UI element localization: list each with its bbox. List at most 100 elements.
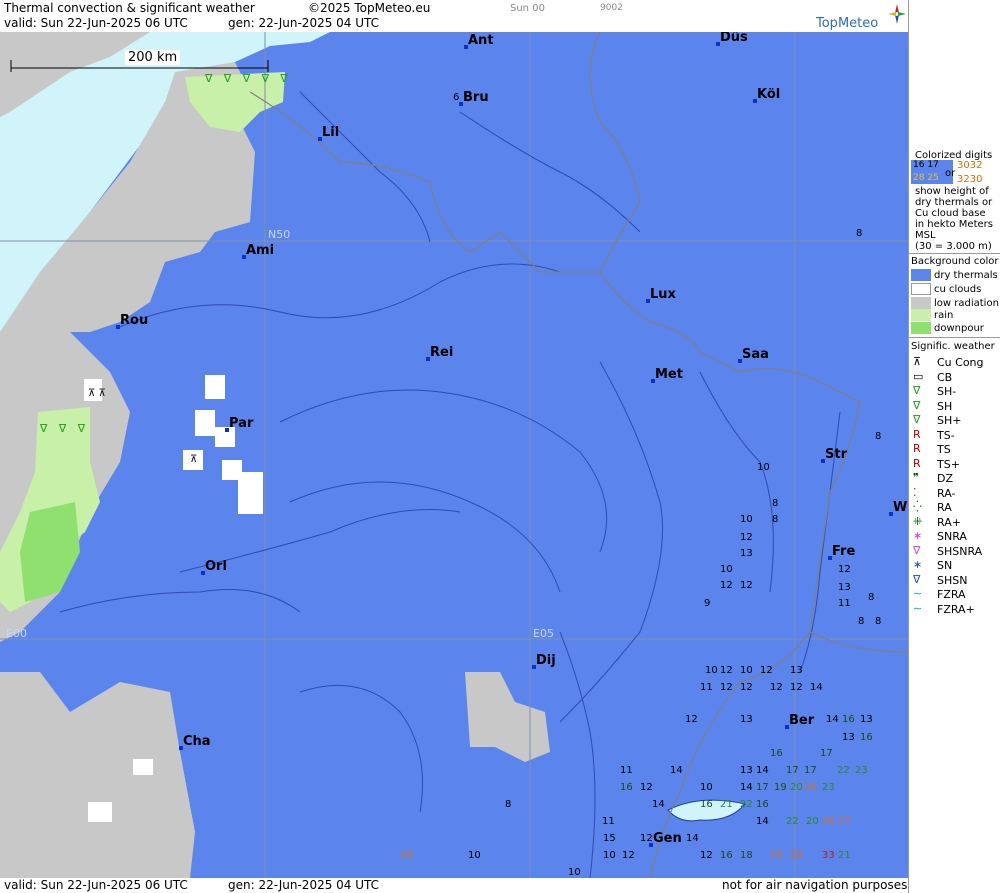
city-rei[interactable]: Rei [426, 345, 453, 361]
thermal-digit: 22 [837, 765, 850, 776]
thermal-digit: 18 [740, 850, 753, 861]
legend-bg-dry: dry thermals [934, 270, 998, 281]
city-w[interactable]: W [889, 500, 907, 516]
legend-bg-cu: cu clouds [934, 284, 982, 295]
thermal-digit: 27 [838, 816, 851, 827]
thermal-digit: 16 [700, 799, 713, 810]
legend-swatch-cu [911, 283, 931, 295]
thermal-digit: 14 [810, 682, 823, 693]
legend-sig-label: SH- [937, 385, 957, 398]
city-ber[interactable]: Ber [785, 713, 814, 729]
thermal-digit: 14 [756, 816, 769, 827]
thermal-digit: 16 [620, 782, 633, 793]
city-dus[interactable]: Düs [716, 32, 748, 46]
thermal-digit: 12 [640, 782, 653, 793]
thermal-digit: 15 [603, 833, 616, 844]
thermal-digit: 17 [786, 765, 799, 776]
downpour-west [20, 502, 80, 602]
map-code: 9002 [600, 3, 623, 13]
legend-sig-icon: ⊼ [913, 355, 922, 368]
thermal-digit: 17 [804, 765, 817, 776]
thermal-digit: 14 [740, 782, 753, 793]
compass-icon [888, 4, 906, 24]
city-fre[interactable]: Fre [828, 544, 855, 560]
city-gen[interactable]: Gen [649, 831, 682, 847]
city-met[interactable]: Met [651, 367, 683, 383]
thermal-digit: 8 [772, 514, 779, 525]
legend-sig-label: SHSNRA [937, 544, 983, 558]
thermal-digit: 12 [770, 682, 783, 693]
cu-cloud [238, 472, 263, 514]
legend-sig-label: SNRA [937, 530, 967, 543]
city-ant[interactable]: Ant [464, 33, 494, 49]
legend-swatch-dry [911, 269, 931, 281]
thermal-digit: 22 [786, 816, 799, 827]
thermal-digit: 8 [858, 616, 865, 627]
city-ami[interactable]: Ami [242, 243, 274, 259]
thermal-digit: 16 [842, 714, 855, 725]
copyright: ©2025 TopMeteo.eu [308, 1, 431, 15]
legend-sig-label: TS+ [937, 457, 960, 471]
thermal-digit: 11 [602, 816, 615, 827]
city-lil[interactable]: Lil [318, 125, 339, 141]
legend-sig-label: RA [937, 501, 952, 514]
city-lux[interactable]: Lux [646, 287, 676, 303]
city-par[interactable]: Par [225, 416, 253, 432]
city-bru[interactable]: Bru [459, 90, 489, 106]
city-str[interactable]: Str [821, 447, 847, 463]
cu-cloud [88, 802, 112, 822]
thermal-digit: 20 [806, 816, 819, 827]
city-kol[interactable]: Köl [753, 87, 780, 103]
city-cha[interactable]: Cha [179, 734, 211, 750]
city-dij[interactable]: Dij [532, 653, 556, 669]
valid-time: valid: Sun 22-Jun-2025 06 UTC [4, 16, 188, 30]
thermal-digit: 14 [756, 765, 769, 776]
thermal-digit: 12 [790, 682, 803, 693]
gen-time: gen: 22-Jun-2025 04 UTC [228, 16, 380, 30]
legend-sample-d: 3230 [957, 174, 983, 185]
legend-swatch-low [911, 297, 931, 309]
thermal-digit: 19 [774, 782, 787, 793]
legend-sig-icon: R [913, 442, 921, 455]
thermal-digit: 22 [740, 799, 753, 810]
grid-label-e05: E05 [533, 627, 554, 640]
low-radiation-dijon [465, 672, 550, 762]
weather-map[interactable]: 200 km N50 E00 E05 Ant Düs Bru Köl Lil A… [0, 32, 908, 878]
legend-sig-icon: ∇ [913, 543, 921, 557]
thermal-digit: 12 [720, 580, 733, 591]
legend-sig-label: CB [937, 370, 953, 384]
legend-sig-icon: R [913, 427, 921, 441]
legend-sig-icon: ∗ [913, 529, 923, 542]
city-rou[interactable]: Rou [116, 313, 148, 329]
thermal-digit: 26 [822, 816, 835, 827]
scale-label: 200 km [125, 50, 181, 65]
grid-label-e00: E00 [6, 627, 27, 640]
grid-label-n50: N50 [268, 228, 291, 241]
legend-sig-label: Cu Cong [937, 356, 984, 369]
legend-sig-icon: ∗ [913, 558, 923, 571]
thermal-digit: 16 [756, 799, 769, 810]
thermal-digit: 14 [652, 799, 665, 810]
topmeteo-logo: TopMeteo [816, 16, 879, 31]
thermal-digit: 13 [740, 548, 753, 559]
thermal-digit: 28 [790, 850, 803, 861]
thermal-digit: 10 [757, 462, 770, 473]
thermal-digit: 6 [453, 92, 460, 103]
thermal-digit: 26 [804, 782, 817, 793]
thermal-digit: 23 [855, 765, 868, 776]
map-header: Thermal convection & significant weather… [0, 0, 908, 32]
thermal-digit: 10 [468, 850, 481, 861]
legend-sample-b: 28 25 [913, 173, 939, 183]
city-saa[interactable]: Saa [738, 347, 769, 363]
city-orl[interactable]: Orl [201, 559, 227, 575]
thermal-digit: 12 [720, 682, 733, 693]
thermal-digit: 13 [740, 714, 753, 725]
thermal-digit: 10 [720, 564, 733, 575]
thermal-digit: 16 [860, 732, 873, 743]
thermal-digit: 16 [720, 850, 733, 861]
legend-sig-icon: ∼ [913, 601, 923, 615]
borders [249, 32, 908, 878]
thermal-digit: 21 [838, 850, 851, 861]
thermal-digit: 10 [568, 867, 581, 878]
legend-sig-icon: ⁚ [913, 485, 917, 499]
